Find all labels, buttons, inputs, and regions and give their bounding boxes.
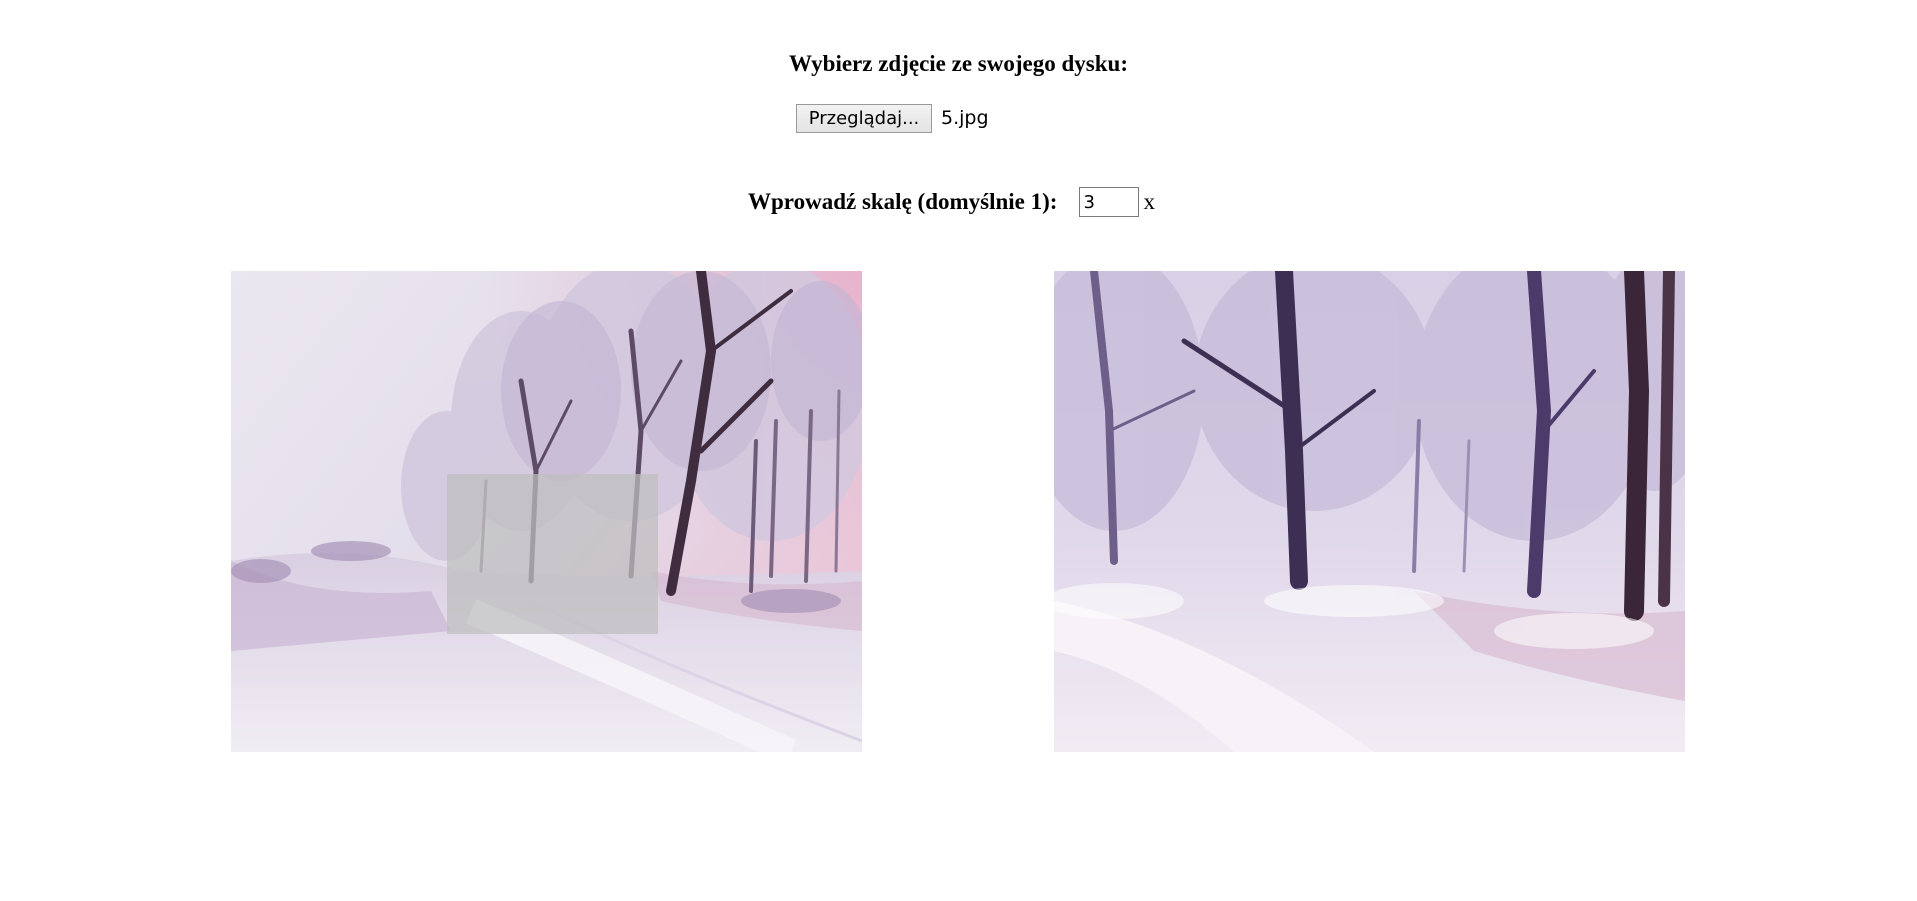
browse-button[interactable]: Przeglądaj... <box>796 103 932 133</box>
zoomed-image <box>1054 271 1685 752</box>
scale-row: Wprowadź skalę (domyślnie 1): x <box>748 186 1155 218</box>
scale-label: Wprowadź skalę (domyślnie 1): <box>748 189 1058 214</box>
zoomed-image-picture <box>1054 271 1685 752</box>
scale-input[interactable] <box>1079 187 1140 217</box>
selection-rectangle[interactable] <box>447 474 658 634</box>
selected-file-name: 5.jpg <box>941 107 989 129</box>
scale-unit: x <box>1143 189 1155 214</box>
original-image[interactable] <box>231 271 862 752</box>
file-input[interactable]: Przeglądaj... 5.jpg <box>796 103 989 133</box>
upload-heading: Wybierz zdjęcie ze swojego dysku: <box>789 51 1128 76</box>
